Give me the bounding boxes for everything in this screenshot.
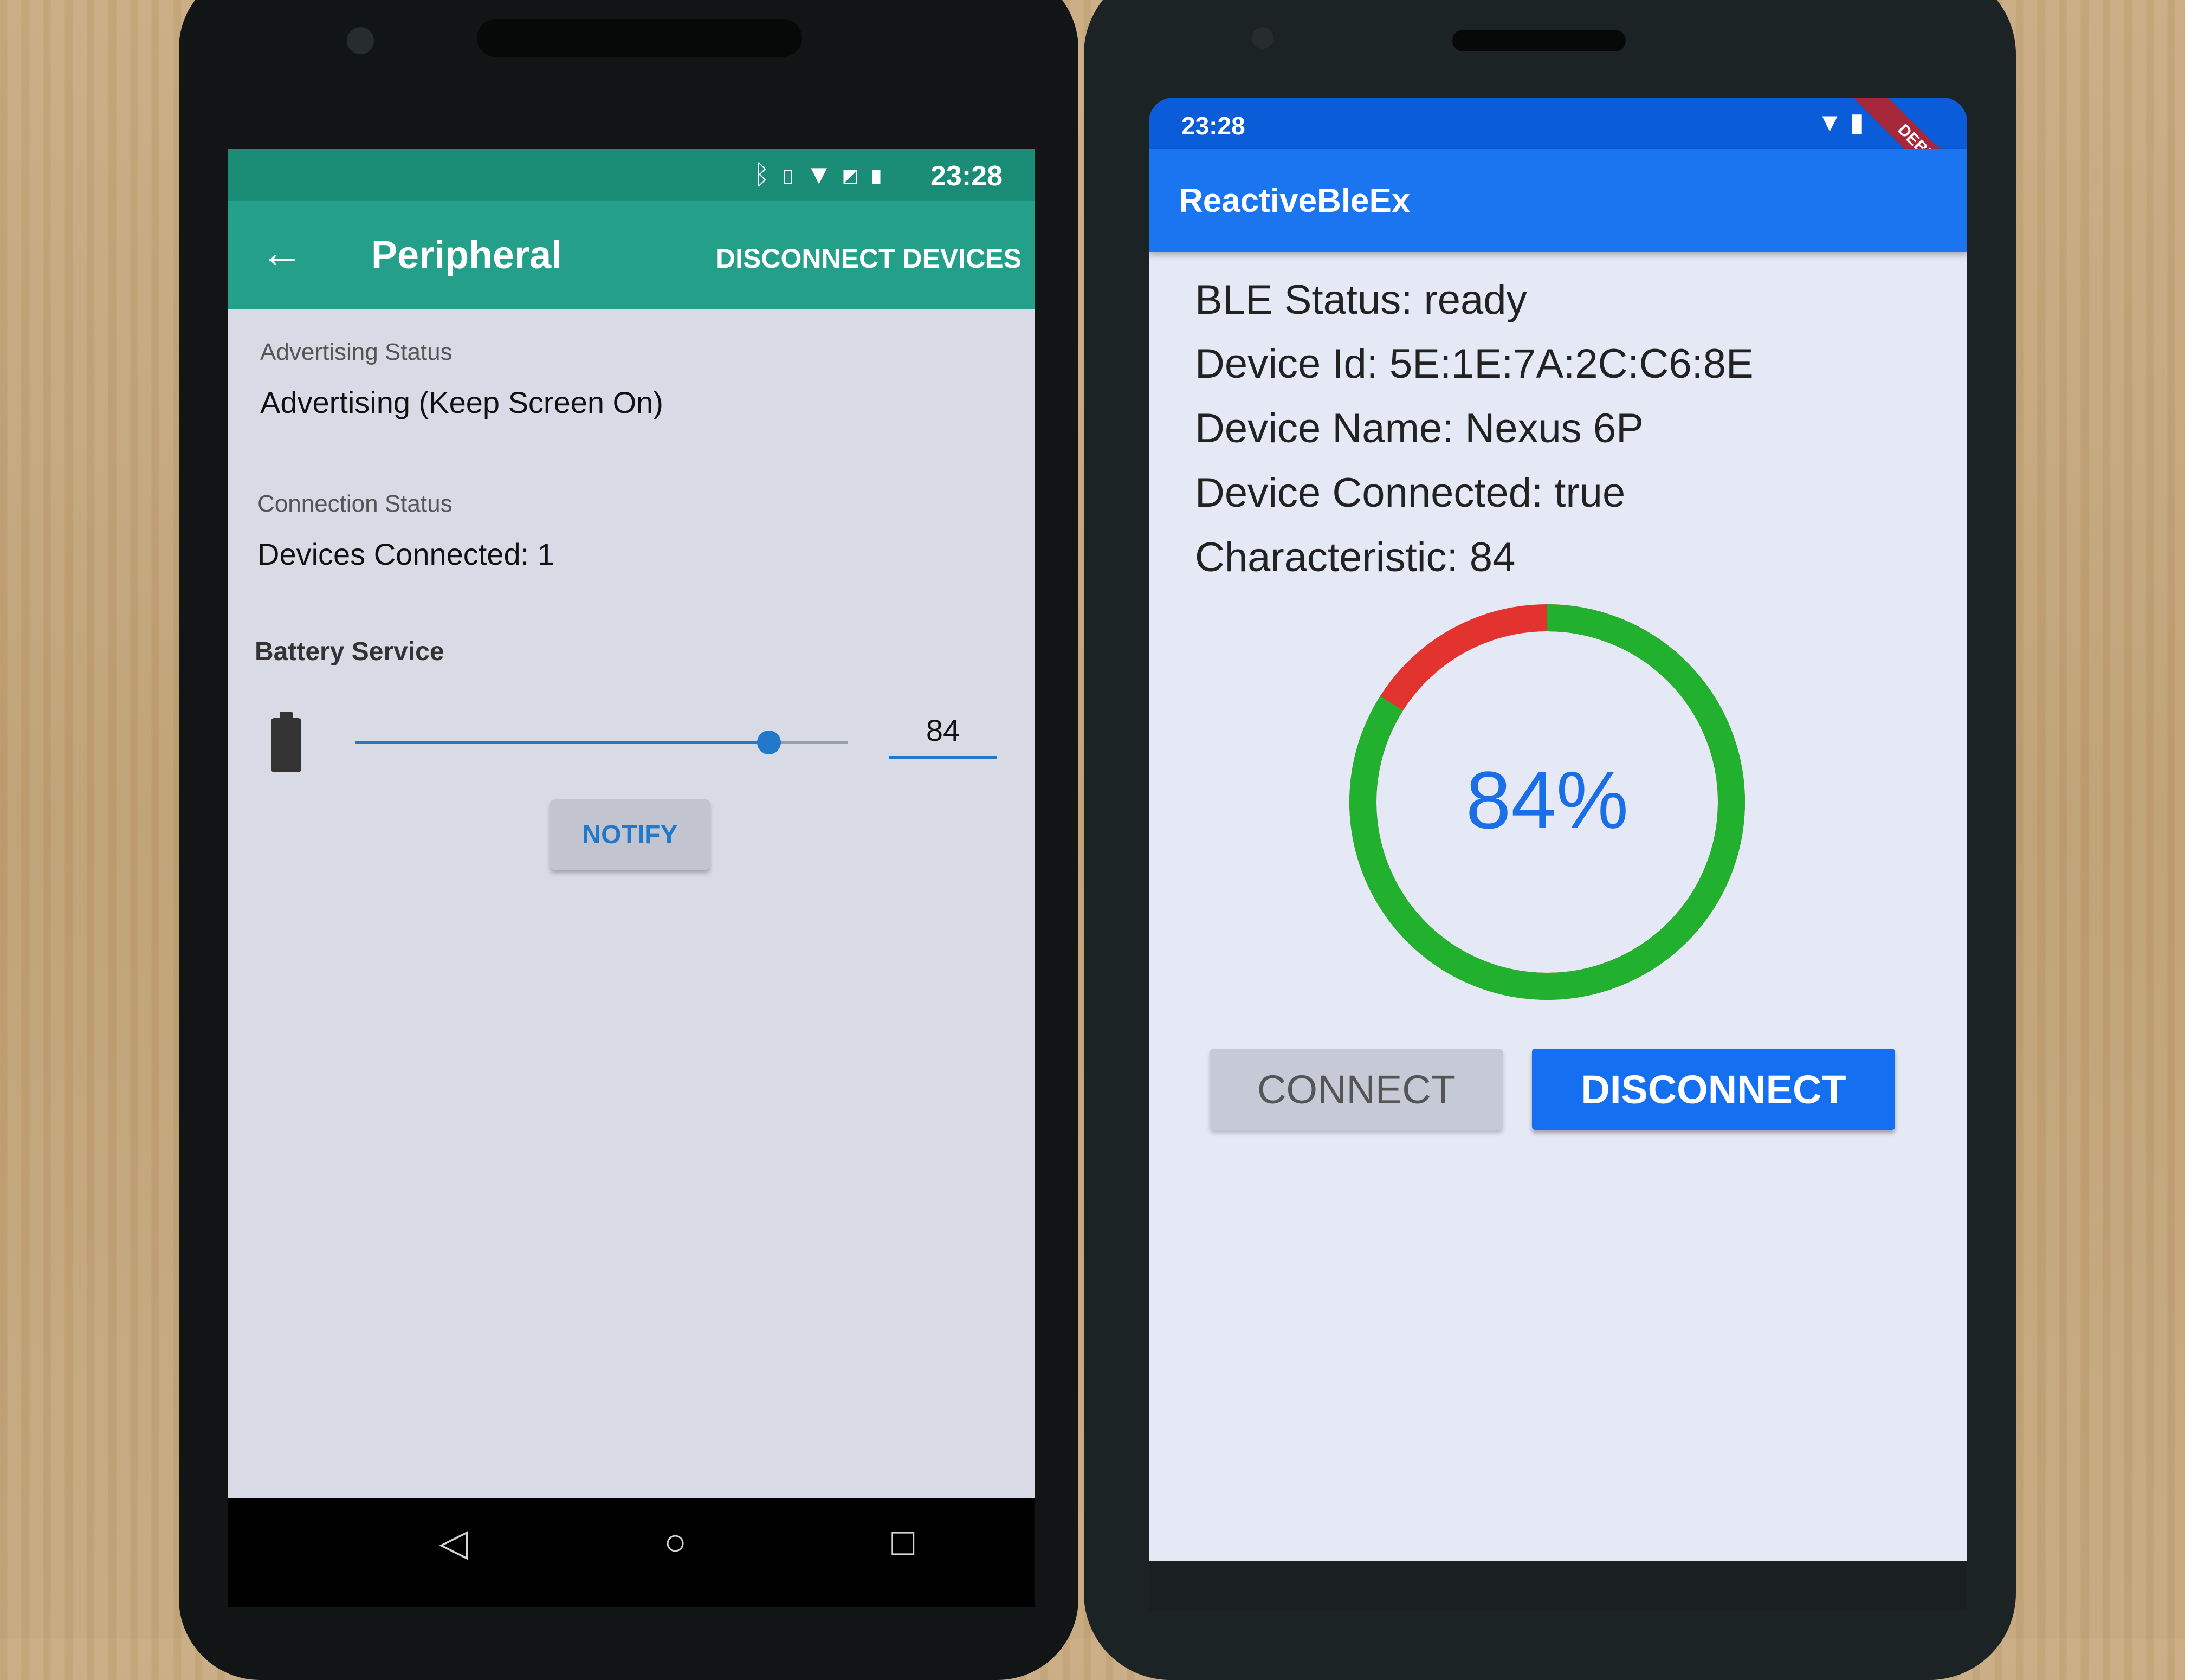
- no-sim-icon: ◩: [842, 159, 868, 190]
- nav-home-icon[interactable]: ○: [664, 1520, 687, 1563]
- nav-bar: [1149, 1561, 1967, 1610]
- status-bar: 23:28 ▼ ▮ DEBUG: [1149, 98, 1967, 220]
- status-time: 23:28: [930, 160, 1003, 192]
- battery-level-icon: [271, 712, 301, 772]
- advertising-status-value: Advertising (Keep Screen On): [260, 385, 663, 419]
- front-camera: [1252, 27, 1273, 49]
- advertising-status-label: Advertising Status: [260, 339, 452, 365]
- back-arrow-icon[interactable]: ←: [260, 228, 303, 277]
- notify-button[interactable]: NOTIFY: [550, 799, 710, 870]
- disconnect-button[interactable]: DISCONNECT: [1532, 1049, 1895, 1130]
- page-title: Peripheral: [371, 234, 563, 277]
- nav-recents-icon[interactable]: □: [891, 1520, 914, 1563]
- right-phone: 23:28 ▼ ▮ DEBUG ReactiveBleEx BLE Status…: [1084, 0, 2016, 1680]
- slider-thumb[interactable]: [757, 731, 781, 754]
- device-id-text: Device Id: 5E:1E:7A:2C:C6:8E: [1195, 341, 1754, 387]
- status-icons: ᛒ▯▼◩▮: [754, 159, 895, 190]
- gauge-percent-label: 84%: [1466, 754, 1628, 845]
- battery-service-title: Battery Service: [255, 637, 444, 666]
- app-title: ReactiveBleEx: [1179, 182, 1411, 219]
- connection-status-value: Devices Connected: 1: [257, 537, 554, 571]
- battery-gauge: 84%: [1349, 604, 1745, 1000]
- wifi-icon: ▼: [1816, 108, 1843, 137]
- earpiece: [477, 19, 802, 57]
- front-camera: [347, 27, 374, 54]
- nav-back-icon[interactable]: ◁: [439, 1520, 468, 1565]
- earpiece: [1452, 30, 1626, 51]
- status-time: 23:28: [1181, 112, 1245, 140]
- status-icons: ▼ ▮: [1817, 107, 1864, 138]
- bluetooth-icon: ᛒ: [753, 159, 780, 190]
- disconnect-devices-button[interactable]: DISCONNECT DEVICES: [716, 243, 1022, 274]
- device-name-text: Device Name: Nexus 6P: [1195, 405, 1644, 451]
- battery-slider[interactable]: [355, 731, 848, 754]
- app-bar: ← Peripheral DISCONNECT DEVICES: [228, 201, 1035, 309]
- status-bar: ᛒ▯▼◩▮ 23:28: [228, 149, 1035, 201]
- connect-button[interactable]: CONNECT: [1210, 1049, 1503, 1130]
- app-bar: ReactiveBleEx: [1149, 149, 1967, 252]
- vibrate-icon: ▯: [779, 159, 806, 190]
- battery-icon: ▮: [1850, 108, 1864, 137]
- device-connected-text: Device Connected: true: [1195, 470, 1626, 516]
- connection-status-label: Connection Status: [257, 490, 452, 517]
- battery-level-field[interactable]: 84: [889, 713, 997, 759]
- nav-bar: ◁ ○ □: [228, 1498, 1035, 1607]
- ble-status-text: BLE Status: ready: [1195, 277, 1527, 323]
- wifi-icon: ▼: [805, 159, 842, 190]
- battery-icon: ▮: [868, 159, 894, 190]
- characteristic-text: Characteristic: 84: [1195, 534, 1516, 580]
- right-screen: 23:28 ▼ ▮ DEBUG ReactiveBleEx BLE Status…: [1149, 98, 1967, 1610]
- left-screen: ᛒ▯▼◩▮ 23:28 ← Peripheral DISCONNECT DEVI…: [228, 149, 1035, 1498]
- left-phone: ᛒ▯▼◩▮ 23:28 ← Peripheral DISCONNECT DEVI…: [179, 0, 1078, 1680]
- slider-fill: [355, 741, 770, 744]
